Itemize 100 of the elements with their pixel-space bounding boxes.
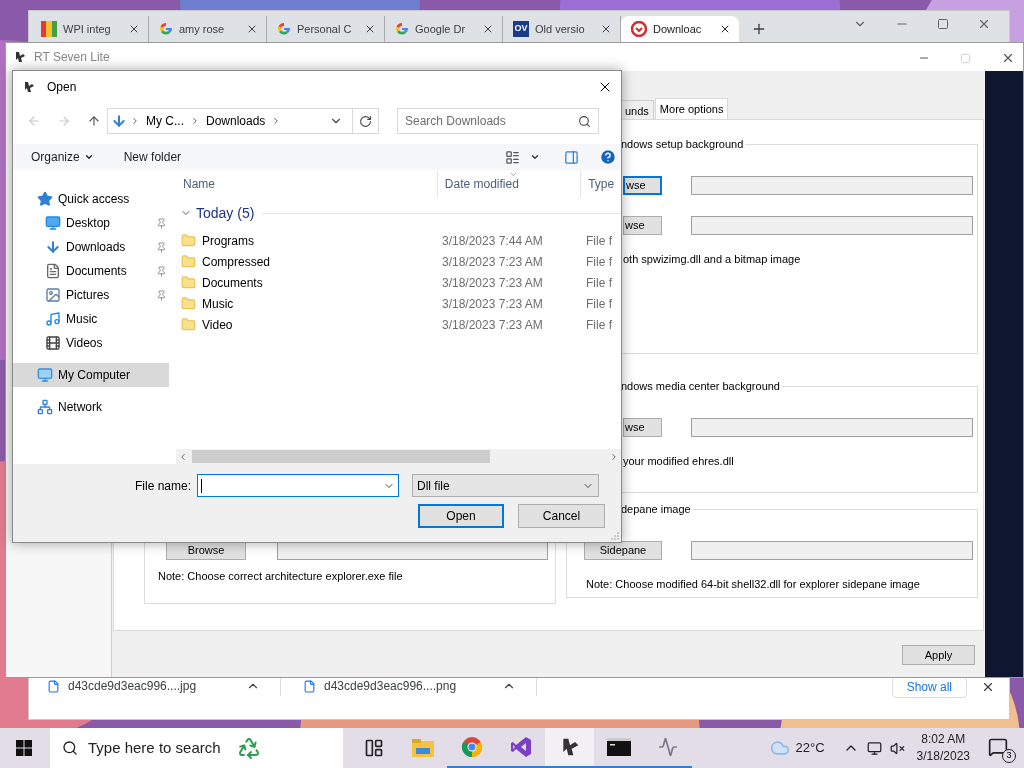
browse-button[interactable]: Sidepane: [584, 540, 662, 560]
new-folder-button[interactable]: New folder: [123, 148, 182, 166]
star-icon: [37, 191, 53, 207]
nav-item[interactable]: Network: [13, 395, 171, 419]
path-segment[interactable]: Downloads: [206, 112, 266, 130]
file-type: File f: [586, 316, 612, 334]
folder-icon: [181, 275, 196, 290]
browse-button[interactable]: wse: [623, 215, 662, 235]
nav-item[interactable]: My Computer: [13, 363, 169, 387]
settings-tab[interactable]: unds: [620, 100, 654, 119]
new-tab-icon[interactable]: [751, 21, 767, 37]
search-icon[interactable]: [578, 114, 591, 128]
column-header[interactable]: Type: [581, 170, 621, 198]
file-row[interactable]: Video 3/18/2023 7:23 AM File f: [176, 314, 621, 335]
browser-tab[interactable]: Downloac: [621, 16, 739, 42]
cancel-button[interactable]: Cancel: [518, 504, 605, 528]
file-name: Music: [202, 295, 235, 313]
notification-count: 3: [1002, 749, 1016, 763]
windows-start-icon[interactable]: [16, 740, 32, 756]
up-icon[interactable]: [87, 114, 101, 128]
path-field[interactable]: [691, 540, 973, 560]
file-name-field[interactable]: [197, 474, 399, 497]
film-icon: [45, 335, 61, 351]
nav-item[interactable]: Desktop: [13, 211, 171, 235]
close-tab-icon[interactable]: [128, 23, 140, 35]
browse-button[interactable]: wse: [623, 417, 662, 437]
infinity-logo-icon: [509, 736, 532, 758]
file-row[interactable]: Programs 3/18/2023 7:44 AM File f: [176, 230, 621, 251]
volume-muted-icon[interactable]: [889, 740, 905, 756]
close-tab-icon[interactable]: [246, 23, 258, 35]
apply-button[interactable]: Apply: [902, 645, 975, 665]
preview-pane-icon[interactable]: [564, 149, 579, 165]
path-segment[interactable]: My C...: [146, 112, 184, 130]
sort-icon: [508, 170, 518, 179]
file-name: Programs: [202, 232, 255, 250]
site-logo-icon: OV: [513, 21, 529, 37]
folder-icon: [181, 233, 196, 248]
column-header[interactable]: Name: [176, 170, 438, 198]
close-icon[interactable]: [981, 680, 995, 694]
download-name[interactable]: d43cde9d3eac996....png: [324, 677, 502, 695]
path-field[interactable]: [691, 417, 973, 437]
folder-icon: [181, 317, 196, 332]
nav-item[interactable]: Music: [13, 307, 171, 331]
colored-tiles-icon: [41, 21, 57, 37]
task-view-icon: [363, 738, 384, 758]
window-title: RT Seven Lite: [34, 49, 110, 66]
file-icon: [303, 679, 316, 693]
taskbar-search-field[interactable]: Type here to search: [50, 728, 343, 768]
file-type: File f: [586, 253, 612, 271]
folder-icon: [411, 739, 434, 757]
clock[interactable]: 8:02 AM 3/18/2023: [916, 731, 970, 765]
music-note-icon: [45, 311, 61, 327]
file-row[interactable]: Documents 3/18/2023 7:23 AM File f: [176, 272, 621, 293]
horizontal-scrollbar[interactable]: [176, 449, 621, 464]
close-icon[interactable]: [1001, 51, 1015, 65]
refresh-icon[interactable]: [359, 114, 372, 128]
path-field[interactable]: [691, 175, 973, 195]
file-row[interactable]: Compressed 3/18/2023 7:23 AM File f: [176, 251, 621, 272]
nav-item[interactable]: Downloads: [13, 235, 171, 259]
desktop-icon: [45, 215, 61, 231]
open-button[interactable]: Open: [418, 504, 504, 528]
browse-button[interactable]: wse: [623, 175, 662, 195]
search-field[interactable]: Search Downloads: [397, 108, 599, 134]
settings-tab[interactable]: More options: [654, 98, 729, 119]
notifications-icon[interactable]: [988, 737, 1008, 757]
help-icon[interactable]: [599, 148, 617, 166]
file-row[interactable]: Music 3/18/2023 7:23 AM File f: [176, 293, 621, 314]
close-tab-icon[interactable]: [364, 23, 376, 35]
nav-item[interactable]: Documents: [13, 259, 171, 283]
note-text: oth spwizimg.dll and a bitmap image: [623, 251, 802, 267]
nav-item[interactable]: Videos: [13, 331, 171, 355]
close-tab-icon[interactable]: [482, 23, 494, 35]
address-bar[interactable]: My C... Downloads: [107, 108, 379, 134]
file-date: 3/18/2023 7:23 AM: [442, 316, 544, 334]
close-tab-icon[interactable]: [600, 23, 612, 35]
file-name: Video: [202, 316, 234, 334]
download-name[interactable]: d43cde9d3eac996....jpg: [68, 677, 246, 695]
network-icon[interactable]: [866, 740, 882, 756]
taskbar-app[interactable]: [545, 728, 594, 768]
resize-grip-icon[interactable]: [611, 532, 619, 540]
column-header[interactable]: Date modified: [437, 170, 582, 198]
organize-button[interactable]: Organize: [31, 148, 94, 166]
file-date: 3/18/2023 7:23 AM: [442, 295, 544, 313]
scroll-right-icon[interactable]: [609, 451, 619, 462]
caret-icon[interactable]: [530, 152, 540, 162]
path-field[interactable]: [691, 215, 973, 235]
maximize-icon[interactable]: [937, 18, 949, 30]
chart-window-icon: [657, 737, 678, 757]
field-label: File name:: [133, 477, 192, 495]
close-tab-icon[interactable]: [719, 23, 731, 35]
group-label: ndows setup background: [620, 137, 745, 152]
caret-icon: [83, 152, 94, 162]
view-options-icon[interactable]: [505, 149, 520, 165]
nav-item[interactable]: Quick access: [13, 187, 171, 211]
file-type-select[interactable]: Dll file: [412, 474, 599, 497]
scroll-left-icon[interactable]: [178, 451, 188, 462]
temperature[interactable]: 22°C: [795, 738, 825, 758]
download-icon: [45, 239, 61, 255]
nav-item[interactable]: Pictures: [13, 283, 171, 307]
picture-icon: [45, 287, 61, 303]
